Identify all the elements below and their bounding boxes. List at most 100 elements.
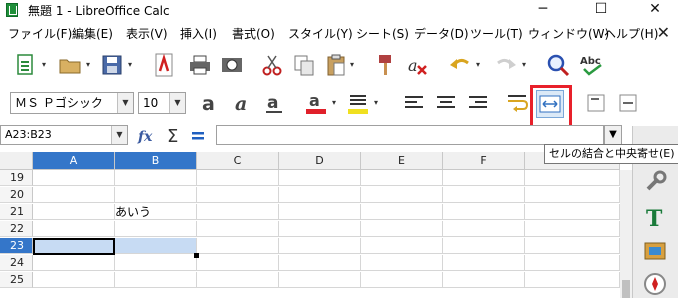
cell-g24[interactable] <box>525 255 620 271</box>
menu-help[interactable]: ヘルプ(H) <box>604 25 658 42</box>
cell-g22[interactable] <box>525 221 620 237</box>
fill-handle[interactable] <box>194 253 199 258</box>
cell-b19[interactable] <box>115 170 197 186</box>
cell-c20[interactable] <box>197 187 279 203</box>
print-preview-icon[interactable] <box>218 51 246 79</box>
new-document-icon[interactable] <box>12 51 40 79</box>
print-icon[interactable] <box>186 51 214 79</box>
font-name-combobox[interactable]: ＭＳ Ｐゴシック ▼ <box>10 92 134 114</box>
chevron-down-icon[interactable]: ▾ <box>374 98 381 107</box>
row-header-22[interactable]: 22 <box>0 221 33 237</box>
cell-g19[interactable] <box>525 170 620 186</box>
chevron-down-icon[interactable]: ▾ <box>42 60 49 69</box>
cell-f19[interactable] <box>443 170 525 186</box>
wrap-text-icon[interactable] <box>504 89 532 117</box>
cell-f21[interactable] <box>443 204 525 220</box>
cell-c24[interactable] <box>197 255 279 271</box>
row-header-24[interactable]: 24 <box>0 255 33 271</box>
row-header-25[interactable]: 25 <box>0 272 33 288</box>
cell-b23-selected[interactable] <box>115 238 197 254</box>
cell-c19[interactable] <box>197 170 279 186</box>
close-button[interactable]: ✕ <box>632 0 678 20</box>
cell-e19[interactable] <box>361 170 443 186</box>
menu-format[interactable]: 書式(O) <box>232 25 275 42</box>
close-document-icon[interactable]: ✕ <box>657 23 670 42</box>
align-left-icon[interactable] <box>400 89 428 117</box>
maximize-button[interactable]: ☐ <box>578 0 624 20</box>
font-size-combobox[interactable]: 10 ▼ <box>138 92 186 114</box>
underline-icon[interactable]: a <box>260 89 288 117</box>
chevron-down-icon[interactable]: ▾ <box>476 60 483 69</box>
column-header-c[interactable]: C <box>197 152 279 170</box>
styles-icon[interactable]: T <box>641 203 669 231</box>
menu-edit[interactable]: 編集(E) <box>72 25 113 42</box>
cell-e24[interactable] <box>361 255 443 271</box>
select-all-corner[interactable] <box>0 152 33 170</box>
cell-d25[interactable] <box>279 272 361 288</box>
menu-sheet[interactable]: シート(S) <box>356 25 409 42</box>
name-box[interactable]: A23:B23 ▼ <box>0 125 128 145</box>
cell-g23[interactable] <box>525 238 620 254</box>
menu-styles[interactable]: スタイル(Y) <box>288 25 353 42</box>
center-vertically-icon[interactable] <box>614 89 642 117</box>
chevron-down-icon[interactable]: ▼ <box>111 126 127 144</box>
row-header-19[interactable]: 19 <box>0 170 33 186</box>
cell-b21[interactable]: あいう <box>115 204 197 220</box>
chevron-down-icon[interactable]: ▼ <box>117 93 133 113</box>
find-replace-icon[interactable] <box>544 51 572 79</box>
menu-insert[interactable]: 挿入(I) <box>180 25 217 42</box>
column-header-d[interactable]: D <box>279 152 361 170</box>
cut-icon[interactable] <box>258 51 286 79</box>
column-header-b[interactable]: B <box>115 152 197 170</box>
copy-icon[interactable] <box>290 51 318 79</box>
gallery-icon[interactable] <box>641 236 669 264</box>
cell-a19[interactable] <box>33 170 115 186</box>
highlight-color-icon[interactable] <box>344 89 372 117</box>
chevron-down-icon[interactable]: ▾ <box>128 60 135 69</box>
chevron-down-icon[interactable]: ▾ <box>522 60 529 69</box>
open-folder-icon[interactable] <box>56 51 84 79</box>
cell-f20[interactable] <box>443 187 525 203</box>
menu-window[interactable]: ウィンドウ(W) <box>528 25 609 42</box>
cell-b25[interactable] <box>115 272 197 288</box>
formula-icon[interactable] <box>184 121 212 149</box>
column-header-a[interactable]: A <box>33 152 115 170</box>
chevron-down-icon[interactable]: ▾ <box>350 60 357 69</box>
column-header-f[interactable]: F <box>443 152 525 170</box>
align-center-icon[interactable] <box>432 89 460 117</box>
cell-a22[interactable] <box>33 221 115 237</box>
scrollbar-thumb[interactable] <box>622 280 630 298</box>
cell-g21[interactable] <box>525 204 620 220</box>
font-color-icon[interactable]: a <box>302 89 330 117</box>
cell-f22[interactable] <box>443 221 525 237</box>
cell-f23[interactable] <box>443 238 525 254</box>
clear-formatting-icon[interactable]: a <box>404 51 432 79</box>
cell-b20[interactable] <box>115 187 197 203</box>
formula-input[interactable] <box>216 125 604 145</box>
cell-f24[interactable] <box>443 255 525 271</box>
cell-g20[interactable] <box>525 187 620 203</box>
function-wizard-icon[interactable]: fx <box>134 121 162 149</box>
properties-icon[interactable] <box>641 168 669 196</box>
cell-e22[interactable] <box>361 221 443 237</box>
row-header-23[interactable]: 23 <box>0 238 33 254</box>
cell-d20[interactable] <box>279 187 361 203</box>
cell-e25[interactable] <box>361 272 443 288</box>
redo-icon[interactable] <box>492 51 520 79</box>
cell-b24[interactable] <box>115 255 197 271</box>
clone-formatting-icon[interactable] <box>372 51 400 79</box>
paste-icon[interactable] <box>322 51 350 79</box>
cell-d24[interactable] <box>279 255 361 271</box>
row-header-20[interactable]: 20 <box>0 187 33 203</box>
chevron-down-icon[interactable]: ▾ <box>86 60 93 69</box>
cell-c22[interactable] <box>197 221 279 237</box>
menu-file[interactable]: ファイル(F) <box>8 25 72 42</box>
italic-icon[interactable]: a <box>228 89 256 117</box>
cell-c25[interactable] <box>197 272 279 288</box>
cell-c21[interactable] <box>197 204 279 220</box>
align-right-icon[interactable] <box>464 89 492 117</box>
menu-tools[interactable]: ツール(T) <box>470 25 523 42</box>
cell-d19[interactable] <box>279 170 361 186</box>
chevron-down-icon[interactable]: ▾ <box>332 98 339 107</box>
cell-d22[interactable] <box>279 221 361 237</box>
